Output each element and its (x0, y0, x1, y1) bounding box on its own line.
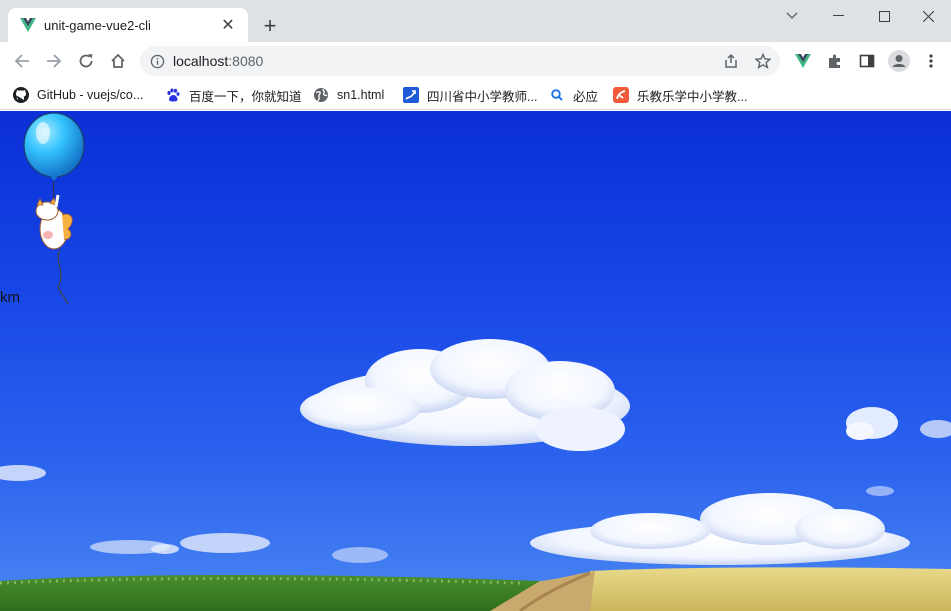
forward-button[interactable] (40, 47, 68, 75)
menu-kebab-icon[interactable] (917, 47, 945, 75)
back-button[interactable] (8, 47, 36, 75)
reload-button[interactable] (72, 47, 100, 75)
bookmark-lejiao[interactable]: 乐教乐学中小学教... (613, 84, 747, 106)
cat-character (35, 194, 73, 250)
horizon-clouds (90, 486, 910, 565)
side-panel-icon[interactable] (853, 47, 881, 75)
bookmark-label: 乐教乐学中小学教... (637, 89, 748, 104)
bookmark-baidu[interactable]: 百度一下，你就知道 (165, 84, 302, 106)
github-icon (13, 87, 29, 103)
bookmark-label: 四川省中小学教师... (427, 89, 538, 104)
ground-fields (0, 567, 951, 611)
sky-background (0, 112, 951, 611)
small-cloud (846, 407, 951, 440)
home-button[interactable] (104, 47, 132, 75)
bookmark-label: sn1.html (337, 88, 385, 102)
tab-title: unit-game-vue2-cli (44, 17, 151, 33)
baidu-paw-icon (165, 87, 181, 103)
vue-logo-icon (20, 17, 36, 33)
new-tab-button[interactable]: + (256, 12, 284, 40)
profile-avatar-icon[interactable] (885, 47, 913, 75)
game-viewport: km (0, 111, 951, 611)
bookmark-label: GitHub - vuejs/co... (37, 88, 144, 102)
maximize-button[interactable] (861, 0, 907, 32)
browser-toolbar: localhost:8080 (0, 42, 951, 80)
close-window-button[interactable] (905, 0, 951, 32)
vue-devtools-extension-icon[interactable] (789, 47, 817, 75)
browser-tab[interactable]: unit-game-vue2-cli ✕ (8, 8, 248, 42)
tab-close-button[interactable]: ✕ (218, 15, 238, 35)
extensions-puzzle-icon[interactable] (821, 47, 849, 75)
bookmark-bing[interactable]: 必应 (549, 84, 598, 106)
url-host: localhost (173, 53, 229, 69)
site-info-icon[interactable] (150, 54, 165, 69)
url-port: :8080 (228, 53, 264, 69)
bookmark-sn1[interactable]: sn1.html (313, 84, 384, 106)
bookmark-sichuan-teachers[interactable]: 四川省中小学教师... (403, 84, 537, 106)
minimize-button[interactable] (815, 0, 861, 32)
wisp-cloud (0, 465, 46, 481)
globe-icon (313, 87, 329, 103)
bookmark-label: 百度一下，你就知道 (189, 89, 302, 104)
bookmark-label: 必应 (573, 89, 599, 104)
bookmarks-bar: GitHub - vuejs/co... 百度一下，你就知道 sn1.html … (0, 80, 951, 110)
large-cloud (300, 339, 630, 451)
bookmark-github[interactable]: GitHub - vuejs/co... (13, 84, 143, 106)
distance-readout: km (0, 289, 20, 306)
bing-search-icon (549, 87, 565, 103)
address-bar[interactable]: localhost:8080 (140, 46, 780, 76)
tab-search-chevron-icon[interactable] (769, 0, 815, 32)
lejiao-icon (613, 87, 629, 103)
tab-strip: unit-game-vue2-cli ✕ + (0, 0, 951, 42)
share-icon[interactable] (720, 50, 742, 72)
site-logo-icon (403, 87, 419, 103)
bookmark-star-icon[interactable] (752, 50, 774, 72)
